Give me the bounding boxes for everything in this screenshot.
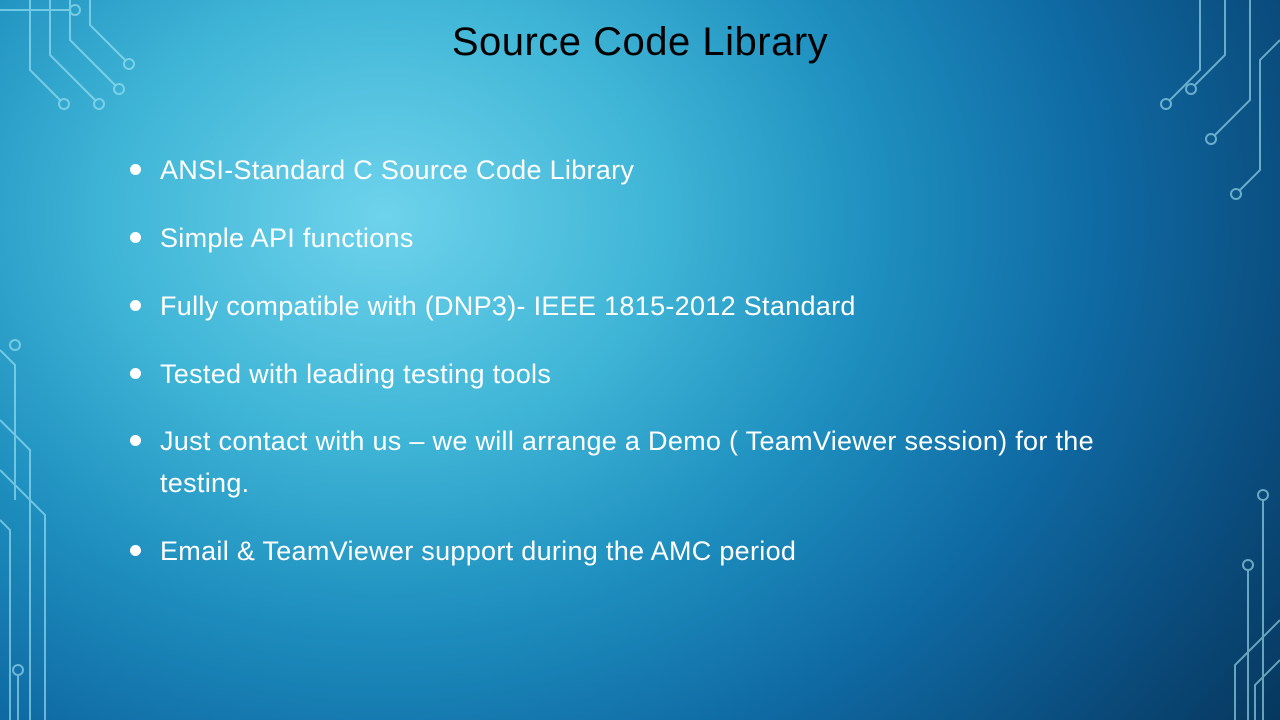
slide: Source Code Library ANSI-Standard C Sour…	[0, 0, 1280, 720]
bullet-item: Fully compatible with (DNP3)- IEEE 1815-…	[130, 286, 1160, 328]
bullet-list: ANSI-Standard C Source Code Library Simp…	[130, 150, 1160, 573]
bullet-item: Simple API functions	[130, 218, 1160, 260]
bullet-item: Tested with leading testing tools	[130, 354, 1160, 396]
slide-title: Source Code Library	[0, 20, 1280, 65]
bullet-item: ANSI-Standard C Source Code Library	[130, 150, 1160, 192]
bullet-item: Just contact with us – we will arrange a…	[130, 421, 1160, 505]
slide-content: ANSI-Standard C Source Code Library Simp…	[130, 150, 1160, 599]
bullet-item: Email & TeamViewer support during the AM…	[130, 531, 1160, 573]
